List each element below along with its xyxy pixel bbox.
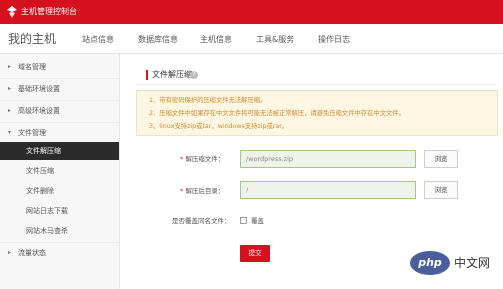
sidebar-item-file-delete[interactable]: 文件删除 [0, 182, 119, 200]
chevron-right-icon: ▸ [8, 107, 12, 114]
tab-tools-services[interactable]: 工具&服务 [256, 34, 294, 45]
sidebar-item-basic-env[interactable]: ▸ 基础环境设置 [0, 80, 119, 98]
overwrite-checkbox[interactable] [240, 217, 247, 224]
top-bar: 主机管理控制台 [0, 0, 503, 24]
sidebar-item-domain[interactable]: ▸ 域名管理 [0, 58, 119, 76]
sidebar-item-log-download[interactable]: 网站日志下载 [0, 202, 119, 220]
archive-file-input[interactable] [240, 150, 416, 168]
sidebar: ▸ 域名管理 ▸ 基础环境设置 ▸ 高级环境设置 ▾ 文件管理 文件解压缩 文件… [0, 54, 120, 289]
divider [0, 242, 119, 243]
chevron-right-icon: ▸ [8, 63, 12, 70]
required-mark: * [180, 155, 184, 163]
help-icon[interactable]: ? [190, 71, 198, 79]
target-dir-label: * 解压后目录： [180, 186, 224, 196]
sidebar-item-file-compress[interactable]: 文件压缩 [0, 162, 119, 180]
brand-logo-icon [7, 6, 17, 18]
sidebar-item-label: 文件删除 [26, 187, 54, 195]
chevron-right-icon: ▸ [8, 85, 12, 92]
sidebar-item-label: 流量状态 [18, 249, 46, 257]
submit-button[interactable]: 提交 [240, 245, 270, 262]
sidebar-item-file-management[interactable]: ▾ 文件管理 [0, 124, 119, 142]
required-mark: * [180, 187, 184, 195]
divider [0, 100, 119, 101]
sidebar-item-label: 文件压缩 [26, 167, 54, 175]
php-cn-watermark: php 中文网 [410, 248, 498, 280]
sidebar-item-advanced-env[interactable]: ▸ 高级环境设置 [0, 102, 119, 120]
target-dir-label-text: 解压后目录： [185, 187, 225, 195]
sidebar-item-label: 文件解压缩 [26, 147, 61, 155]
watermark-text: 中文网 [454, 256, 491, 270]
chevron-down-icon: ▾ [8, 129, 12, 136]
browse-archive-button[interactable]: 浏览 [424, 150, 458, 168]
sidebar-item-label: 网站日志下载 [26, 207, 68, 215]
archive-file-label-text: 解压缩文件： [185, 155, 225, 163]
page-title: 我的主机 [8, 32, 57, 46]
tab-site-info[interactable]: 站点信息 [82, 34, 114, 45]
notice-line: 1、带有密码保护的压缩文件无法解压缩。 [149, 97, 267, 104]
notice-line: 3、linux支持zip或tar，windows支持zip或rar。 [149, 123, 289, 130]
sidebar-item-label: 文件管理 [18, 129, 46, 137]
app-title: 主机管理控制台 [21, 7, 77, 16]
section-accent [146, 70, 148, 80]
sidebar-item-file-extract[interactable]: 文件解压缩 [0, 142, 119, 160]
sidebar-item-label: 网站木马查杀 [26, 227, 68, 235]
divider [0, 122, 119, 123]
sidebar-item-traffic-status[interactable]: ▸ 流量状态 [0, 244, 119, 262]
sidebar-item-label: 高级环境设置 [18, 107, 60, 115]
php-logo-icon: php [410, 251, 450, 275]
divider [136, 84, 496, 85]
tab-host-info[interactable]: 主机信息 [200, 34, 232, 45]
sidebar-item-trojan-scan[interactable]: 网站木马查杀 [0, 222, 119, 240]
tab-operation-log[interactable]: 操作日志 [318, 34, 350, 45]
notice-line: 2、压缩文件中如果存在中文文件将可能无法被正常解压，请避免压缩文件中存在中文文件… [149, 110, 405, 117]
browse-target-button[interactable]: 浏览 [424, 181, 458, 199]
sidebar-item-label: 域名管理 [18, 63, 46, 71]
notice-box: 1、带有密码保护的压缩文件无法解压缩。 2、压缩文件中如果存在中文文件将可能无法… [136, 90, 498, 136]
sidebar-item-label: 基础环境设置 [18, 85, 60, 93]
target-dir-input[interactable] [240, 181, 416, 199]
archive-file-label: * 解压缩文件： [180, 154, 224, 164]
divider [0, 78, 119, 79]
overwrite-label: 是否覆盖同名文件： [172, 217, 231, 225]
tab-database-info[interactable]: 数据库信息 [138, 34, 178, 45]
chevron-right-icon: ▸ [8, 249, 12, 256]
overwrite-option-label[interactable]: 覆盖 [251, 216, 264, 226]
host-nav-bar: 我的主机 站点信息 数据库信息 主机信息 工具&服务 操作日志 [0, 24, 503, 54]
section-title: 文件解压缩 [152, 70, 192, 79]
